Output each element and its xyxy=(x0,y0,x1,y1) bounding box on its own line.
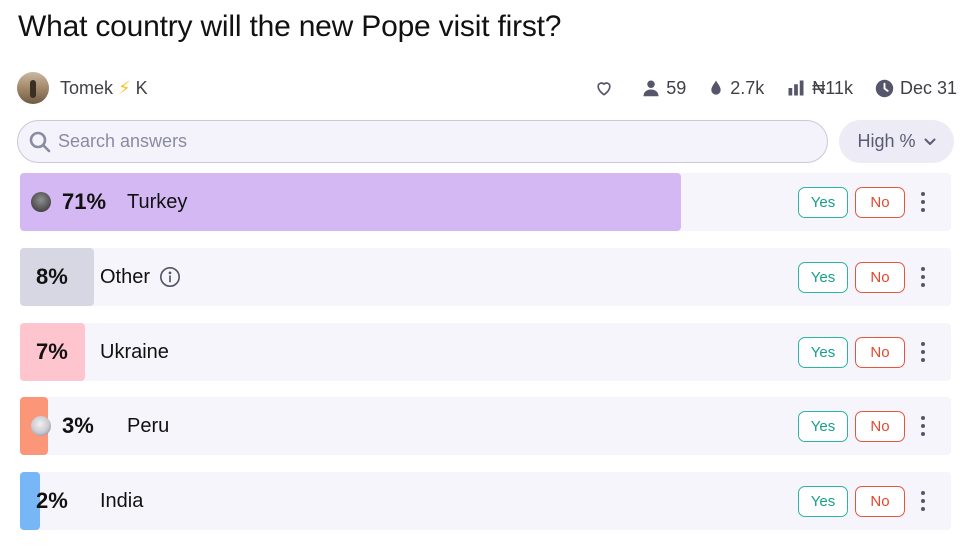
creator-name-link[interactable]: Tomek ⚡ K xyxy=(60,78,148,99)
answer-percent: 71% xyxy=(62,189,107,214)
answer-percent: 8% xyxy=(36,264,68,289)
no-button[interactable]: No xyxy=(855,337,905,368)
answer-creator-avatar[interactable] xyxy=(31,416,51,436)
yes-button[interactable]: Yes xyxy=(798,187,848,218)
answer-row-ukraine[interactable]: 7% Ukraine Yes No xyxy=(20,323,951,381)
answer-label-text: Turkey xyxy=(127,190,188,213)
search-icon xyxy=(29,131,51,152)
no-button[interactable]: No xyxy=(855,411,905,442)
answer-label-text: Peru xyxy=(127,414,170,437)
answer-label: Peru xyxy=(127,397,169,455)
no-button[interactable]: No xyxy=(855,486,905,517)
close-date: Dec 31 xyxy=(899,77,957,98)
answer-label: Ukraine xyxy=(100,323,169,381)
answer-creator-avatar[interactable] xyxy=(31,192,51,212)
bar-chart-icon xyxy=(788,80,804,96)
no-button[interactable]: No xyxy=(855,187,905,218)
answer-label: Other xyxy=(100,248,181,306)
volume-stat[interactable]: 2.7k xyxy=(708,78,764,99)
creator-name-suffix: K xyxy=(135,77,148,98)
more-options-icon[interactable] xyxy=(913,189,933,215)
creator-name: Tomek xyxy=(60,77,114,98)
yes-button[interactable]: Yes xyxy=(798,411,848,442)
answer-percent: 2% xyxy=(36,488,68,513)
question-meta: Tomek ⚡ K 59 2.7k ₦11k Dec 31 xyxy=(17,72,957,104)
answer-label: India xyxy=(100,472,143,530)
more-options-icon[interactable] xyxy=(913,488,933,514)
answer-percent: 3% xyxy=(62,413,94,438)
yes-button[interactable]: Yes xyxy=(798,337,848,368)
traders-count: 59 xyxy=(666,77,687,98)
yes-button[interactable]: Yes xyxy=(798,262,848,293)
liquidity-value: ₦11k xyxy=(812,77,853,98)
follow-button[interactable] xyxy=(594,78,620,98)
clock-icon xyxy=(875,79,894,97)
answer-row-other[interactable]: 8% Other Yes No xyxy=(20,248,951,306)
sort-label: High % xyxy=(857,131,916,151)
answer-label-text: Other xyxy=(100,265,151,288)
creator-avatar[interactable] xyxy=(17,72,49,104)
traders-stat[interactable]: 59 xyxy=(642,78,686,99)
answer-label-text: India xyxy=(100,489,144,512)
user-icon xyxy=(643,80,659,97)
no-button[interactable]: No xyxy=(855,262,905,293)
probability-bar xyxy=(20,173,681,231)
more-options-icon[interactable] xyxy=(913,264,933,290)
answer-row-peru[interactable]: 3% Peru Yes No xyxy=(20,397,951,455)
question-stats: 59 2.7k ₦11k Dec 31 xyxy=(572,78,957,99)
info-icon[interactable] xyxy=(159,266,181,288)
yes-button[interactable]: Yes xyxy=(798,486,848,517)
sort-dropdown[interactable]: High % xyxy=(839,120,954,163)
question-title: What country will the new Pope visit fir… xyxy=(18,10,562,43)
answer-percent: 7% xyxy=(36,339,68,364)
more-options-icon[interactable] xyxy=(913,339,933,365)
liquidity-stat[interactable]: ₦11k xyxy=(786,78,853,99)
answer-row-india[interactable]: 2% India Yes No xyxy=(20,472,951,530)
answer-label-text: Ukraine xyxy=(100,340,169,363)
lightning-bolt-icon: ⚡ xyxy=(118,77,131,98)
more-options-icon[interactable] xyxy=(913,413,933,439)
search-bar xyxy=(17,120,828,163)
close-date-stat[interactable]: Dec 31 xyxy=(875,78,957,99)
volume-value: 2.7k xyxy=(730,77,765,98)
search-input[interactable] xyxy=(58,131,798,152)
answer-row-turkey[interactable]: 71% Turkey Yes No xyxy=(20,173,951,231)
heart-icon xyxy=(597,82,611,96)
answer-label: Turkey xyxy=(127,173,187,231)
chevron-down-icon xyxy=(924,138,936,145)
droplet-icon xyxy=(711,80,721,95)
